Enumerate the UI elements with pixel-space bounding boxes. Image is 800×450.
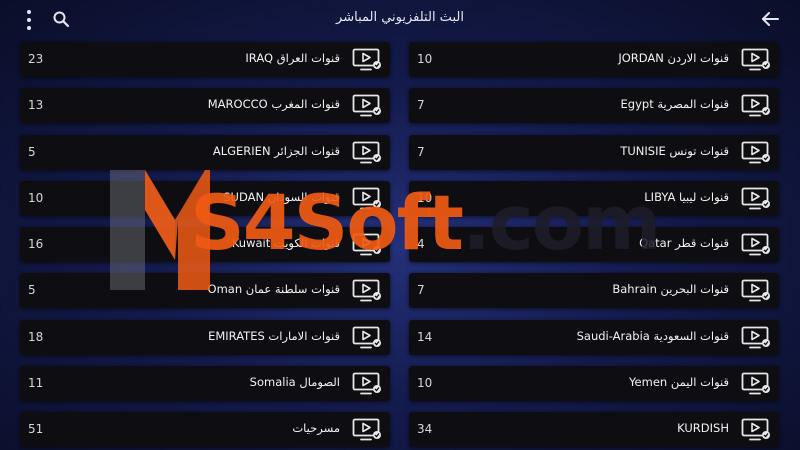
tv-play-icon: [741, 418, 770, 441]
channel-category-row[interactable]: 51 مسرحيات: [20, 412, 390, 448]
channel-category-row[interactable]: 5 قنوات سلطنة عمان Oman: [20, 273, 390, 309]
category-name: قنوات السعودية Saudi-Arabia: [576, 328, 729, 343]
category-name: قنوات قطر Qatar: [639, 236, 729, 251]
channel-category-row[interactable]: 7 قنوات المصرية Egypt: [409, 88, 779, 124]
channel-count: 4: [417, 237, 425, 252]
channel-category-row[interactable]: 5 قنوات الجزائر ALGERIEN: [20, 134, 390, 170]
channel-count: 10: [417, 376, 433, 391]
channel-category-row[interactable]: 11 الصومال Somalia: [20, 366, 390, 402]
channel-category-row[interactable]: 14 قنوات السعودية Saudi-Arabia: [409, 319, 779, 355]
app-screen: البث التلفزيوني المباشر 23 قنوات العراق I…: [0, 0, 800, 450]
channel-count: 34: [417, 422, 433, 437]
tv-play-icon: [352, 187, 381, 210]
tv-play-icon: [352, 233, 381, 256]
channel-count: 51: [28, 422, 44, 437]
channel-category-row[interactable]: 16 قنوات الكويت Kuwait: [20, 227, 390, 263]
category-name: قنوات تونس TUNISIE: [620, 143, 729, 158]
tv-play-icon: [741, 94, 770, 117]
channel-count: 10: [417, 52, 433, 66]
channel-category-row[interactable]: 4 قنوات قطر Qatar: [409, 227, 779, 263]
channel-category-row[interactable]: 18 قنوات الامارات EMIRATES: [20, 319, 390, 355]
channel-list-right: 10 قنوات الاردن JORDAN 7 قنوات المصرية Egyp…: [409, 42, 779, 450]
category-name: مسرحيات: [292, 421, 340, 436]
category-name: قنوات العراق IRAQ: [245, 51, 340, 65]
category-name: قنوات سلطنة عمان Oman: [207, 282, 340, 297]
tv-play-icon: [352, 326, 381, 349]
category-name: قنوات المغرب MAROCCO: [207, 97, 340, 112]
tv-play-icon: [352, 141, 381, 163]
top-bar: البث التلفزيوني المباشر: [0, 0, 800, 38]
channel-category-row[interactable]: 7 قنوات البحرين Bahrain: [409, 273, 779, 309]
channel-category-row[interactable]: 7 قنوات تونس TUNISIE: [409, 134, 779, 170]
category-name: قنوات الامارات EMIRATES: [208, 328, 340, 343]
channel-count: 7: [417, 144, 425, 159]
channel-category-row[interactable]: 10 قنوات ليبيا LIBYA: [409, 180, 779, 216]
channel-list-left: 23 قنوات العراق IRAQ 13 قنوات المغرب MAROCC…: [20, 42, 390, 450]
channel-count: 16: [28, 237, 44, 252]
tv-play-icon: [352, 94, 381, 117]
category-name: قنوات الاردن JORDAN: [618, 51, 729, 65]
category-name: قنوات اليمن Yemen: [629, 375, 729, 390]
tv-play-icon: [352, 48, 381, 71]
tv-play-icon: [352, 280, 381, 302]
tv-play-icon: [741, 233, 770, 256]
category-name: الصومال Somalia: [249, 375, 340, 390]
tv-play-icon: [741, 187, 770, 210]
channel-category-row[interactable]: 10 قنوات اليمن Yemen: [409, 366, 779, 402]
arrow-left-icon[interactable]: [760, 9, 780, 29]
channel-count: 10: [28, 190, 44, 205]
category-name: قنوات البحرين Bahrain: [612, 282, 729, 297]
channel-category-row[interactable]: 13 قنوات المغرب MAROCCO: [20, 88, 390, 124]
category-name: قنوات الجزائر ALGERIEN: [212, 143, 340, 158]
tv-play-icon: [741, 372, 770, 395]
channel-count: 18: [28, 329, 44, 344]
category-name: قنوات المصرية Egypt: [620, 97, 729, 112]
category-name: قنوات الكويت Kuwait: [231, 236, 340, 251]
channel-count: 5: [28, 283, 36, 298]
channel-category-row[interactable]: 10 قنوات السودان SUDAN: [20, 180, 390, 216]
channel-category-row[interactable]: 34 KURDISH: [409, 412, 779, 448]
page-title: البث التلفزيوني المباشر: [336, 10, 464, 25]
tv-play-icon: [741, 141, 770, 163]
tv-play-icon: [352, 418, 381, 441]
category-name: KURDISH: [677, 421, 729, 436]
channel-count: 11: [28, 376, 44, 391]
tv-play-icon: [741, 326, 770, 349]
channel-count: 14: [417, 329, 433, 344]
channel-count: 23: [28, 52, 44, 66]
channel-count: 7: [417, 283, 425, 298]
tv-play-icon: [741, 280, 770, 302]
tv-play-icon: [352, 372, 381, 395]
category-name: قنوات ليبيا LIBYA: [644, 189, 729, 204]
channel-category-row[interactable]: 23 قنوات العراق IRAQ: [20, 42, 390, 77]
tv-play-icon: [741, 48, 770, 71]
category-name: قنوات السودان SUDAN: [223, 189, 340, 204]
channel-count: 5: [28, 144, 36, 159]
channel-count: 10: [417, 190, 433, 205]
channel-category-row[interactable]: 10 قنوات الاردن JORDAN: [409, 42, 779, 77]
channel-count: 13: [28, 98, 44, 113]
channel-count: 7: [417, 98, 425, 113]
